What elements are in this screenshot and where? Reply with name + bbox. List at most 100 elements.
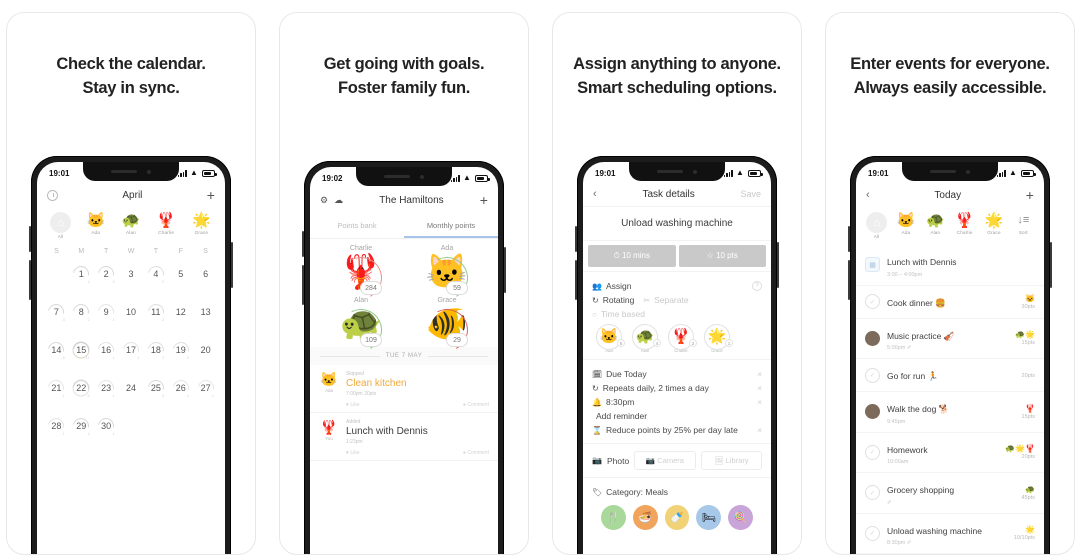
- schedule-row[interactable]: 🗓 Due Today ×: [592, 367, 762, 381]
- calendar-day-cell[interactable]: 42: [143, 262, 168, 286]
- remove-icon[interactable]: ×: [757, 384, 762, 393]
- goal-card[interactable]: Grace 🐠 29: [404, 297, 490, 357]
- member-filter-grace[interactable]: 🌟 Grace: [185, 212, 217, 239]
- calendar-day-cell[interactable]: 20: [193, 339, 218, 361]
- add-member-button[interactable]: +: [480, 193, 488, 207]
- like-button[interactable]: ♥ Like: [346, 450, 360, 456]
- member-filter-charlie[interactable]: 🦞 Charlie: [150, 212, 182, 239]
- calendar-day-cell[interactable]: 28 1: [44, 414, 69, 438]
- goal-card[interactable]: Charlie 🦞 284: [318, 245, 404, 305]
- avatar-photo[interactable]: [865, 330, 880, 346]
- calendar-day-cell[interactable]: 17 1: [119, 338, 144, 362]
- calendar-day-cell[interactable]: 73: [44, 300, 69, 324]
- tab-monthly-points[interactable]: Monthly points: [404, 215, 498, 238]
- clock-icon[interactable]: [47, 189, 58, 201]
- calendar-day-cell[interactable]: 23 1: [94, 376, 119, 400]
- add-event-button[interactable]: +: [207, 188, 215, 202]
- schedule-row[interactable]: 🔔 8:30pm ×: [592, 395, 762, 409]
- category-icon[interactable]: 🍜: [632, 505, 658, 530]
- goal-card[interactable]: Ada 🐱 59: [404, 245, 490, 305]
- assignee-chip[interactable]: 🐱 5 Ada: [594, 324, 625, 353]
- back-button[interactable]: ‹: [866, 189, 870, 201]
- event-row[interactable]: Walk the dog 🐕 9:45pm 🦞 15pts: [856, 392, 1044, 433]
- calendar-day-cell[interactable]: 23: [94, 262, 119, 286]
- like-button[interactable]: ♥ Like: [346, 402, 360, 408]
- avatar-photo[interactable]: [865, 404, 880, 420]
- remove-icon[interactable]: ×: [757, 398, 762, 407]
- calendar-day-cell[interactable]: 18 2: [143, 338, 168, 362]
- event-row[interactable]: ✓ Grocery shopping ✐ 🐢 45pts: [856, 473, 1044, 514]
- event-row[interactable]: ✓ Go for run 🏃 20pts: [856, 359, 1044, 392]
- member-filter-ada[interactable]: 🐱 Ada: [891, 212, 920, 239]
- calendar-day-cell[interactable]: 29 4: [69, 414, 94, 438]
- gear-icon[interactable]: ⚙: [320, 195, 328, 206]
- calendar-day-cell[interactable]: 91: [94, 300, 119, 324]
- comment-button[interactable]: ● Comment: [463, 402, 489, 408]
- event-row[interactable]: Music practice 🎻 5:00pm ✐ 🐢🌟 15pts: [856, 319, 1044, 359]
- goal-card[interactable]: Alan 🐢 109: [318, 297, 404, 357]
- calendar-day-cell[interactable]: 13: [193, 301, 218, 323]
- event-row[interactable]: ✓ Unload washing machine 8:30pm ✐ 🌟 10/10pts: [856, 514, 1044, 554]
- nav-left-group[interactable]: [47, 189, 58, 201]
- category-icon[interactable]: 🍴: [601, 505, 626, 530]
- assignee-chip[interactable]: 🦞 2 Charlie: [666, 324, 697, 353]
- calendar-day-cell[interactable]: 10: [119, 301, 144, 323]
- calendar-day-cell[interactable]: 14: [69, 262, 94, 286]
- rotating-row[interactable]: ↻ Rotating ✂ Separate: [592, 293, 762, 307]
- category-icon[interactable]: 🛏: [696, 505, 722, 530]
- camera-button[interactable]: 📷 Camera: [634, 451, 696, 470]
- points-pill[interactable]: ☆ 10 pts: [678, 245, 766, 267]
- calendar-day-cell[interactable]: 22 6: [69, 376, 94, 400]
- feed-item[interactable]: 🐱 Ada Skipped Clean kitchen 7:00pm 30pts ♥ Li…: [310, 365, 498, 413]
- member-filter-grace[interactable]: 🌟 Grace: [979, 212, 1008, 239]
- checkmark-icon[interactable]: ✓: [865, 485, 880, 501]
- checkmark-icon[interactable]: ✓: [865, 444, 880, 460]
- calendar-day-cell[interactable]: 16 1: [94, 338, 119, 362]
- calendar-day-cell[interactable]: 24: [119, 377, 144, 399]
- library-button[interactable]: 🖼 Library: [700, 451, 762, 470]
- schedule-row[interactable]: ⌛ Reduce points by 25% per day late ×: [592, 423, 762, 437]
- category-row[interactable]: 🏷 Category: Meals: [592, 485, 762, 499]
- calendar-day-cell[interactable]: 26 1: [168, 376, 193, 400]
- duration-pill[interactable]: ⏱ 10 mins: [588, 245, 676, 267]
- category-icon[interactable]: 🍭: [728, 505, 753, 530]
- member-filter-all[interactable]: ⌂ All: [45, 212, 77, 239]
- help-icon[interactable]: ?: [752, 281, 762, 291]
- member-filter-alan[interactable]: 🐢 Alan: [115, 212, 147, 239]
- assignee-chip[interactable]: 🐢 4 Alan: [630, 324, 661, 353]
- comment-button[interactable]: ● Comment: [463, 450, 489, 456]
- calendar-day-cell[interactable]: 3: [119, 263, 144, 285]
- member-filter-ada[interactable]: 🐱 Ada: [80, 212, 112, 239]
- member-filter-charlie[interactable]: 🦞 Charlie: [950, 212, 979, 239]
- checkmark-icon[interactable]: ✓: [865, 525, 880, 541]
- calendar-day-cell[interactable]: 5: [168, 263, 193, 285]
- schedule-row[interactable]: ↻ Repeats daily, 2 times a day ×: [592, 381, 762, 395]
- remove-icon[interactable]: ×: [757, 426, 762, 435]
- calendar-icon[interactable]: ▦: [865, 257, 880, 273]
- tab-points-bank[interactable]: Points bank: [310, 215, 404, 238]
- save-button[interactable]: Save: [740, 189, 761, 199]
- calendar-day-cell[interactable]: 6: [193, 263, 218, 285]
- calendar-day-cell[interactable]: 19 2: [168, 338, 193, 362]
- event-row[interactable]: ✓ Cook dinner 🍔 🐱 30pts: [856, 286, 1044, 319]
- feed-item[interactable]: 🦞 You Added Lunch with Dennis 1:23pm ♥ Like ● …: [310, 413, 498, 461]
- calendar-day-cell[interactable]: 21 1: [44, 376, 69, 400]
- assignee-chip[interactable]: 🌟 1 Grace: [702, 324, 733, 353]
- remove-icon[interactable]: ×: [757, 370, 762, 379]
- calendar-day-cell[interactable]: 14 6: [44, 338, 69, 362]
- schedule-row[interactable]: Add reminder: [592, 409, 762, 423]
- calendar-day-cell[interactable]: 11 2: [143, 300, 168, 324]
- calendar-day-cell[interactable]: 25 5: [143, 376, 168, 400]
- event-row[interactable]: ▦ Lunch with Dennis 3:00 – 4:00pm: [856, 245, 1044, 286]
- calendar-day-cell[interactable]: 27 1: [193, 376, 218, 400]
- time-based-row[interactable]: ○ Time based: [592, 307, 762, 321]
- member-filter-all[interactable]: ⌂ All: [862, 212, 891, 239]
- calendar-day-cell[interactable]: 30 1: [94, 414, 119, 438]
- assign-row[interactable]: 👥 Assign: [592, 279, 762, 293]
- task-name-field[interactable]: Unload washing machine: [583, 206, 771, 241]
- back-button[interactable]: ‹: [593, 188, 597, 200]
- checkmark-icon[interactable]: ✓: [865, 294, 880, 309]
- calendar-day-cell[interactable]: 82: [69, 300, 94, 324]
- member-filter-sort[interactable]: ↓≡ Sort: [1009, 212, 1038, 239]
- event-row[interactable]: ✓ Homework 10:00am 🐢🌟🦞 20pts: [856, 433, 1044, 473]
